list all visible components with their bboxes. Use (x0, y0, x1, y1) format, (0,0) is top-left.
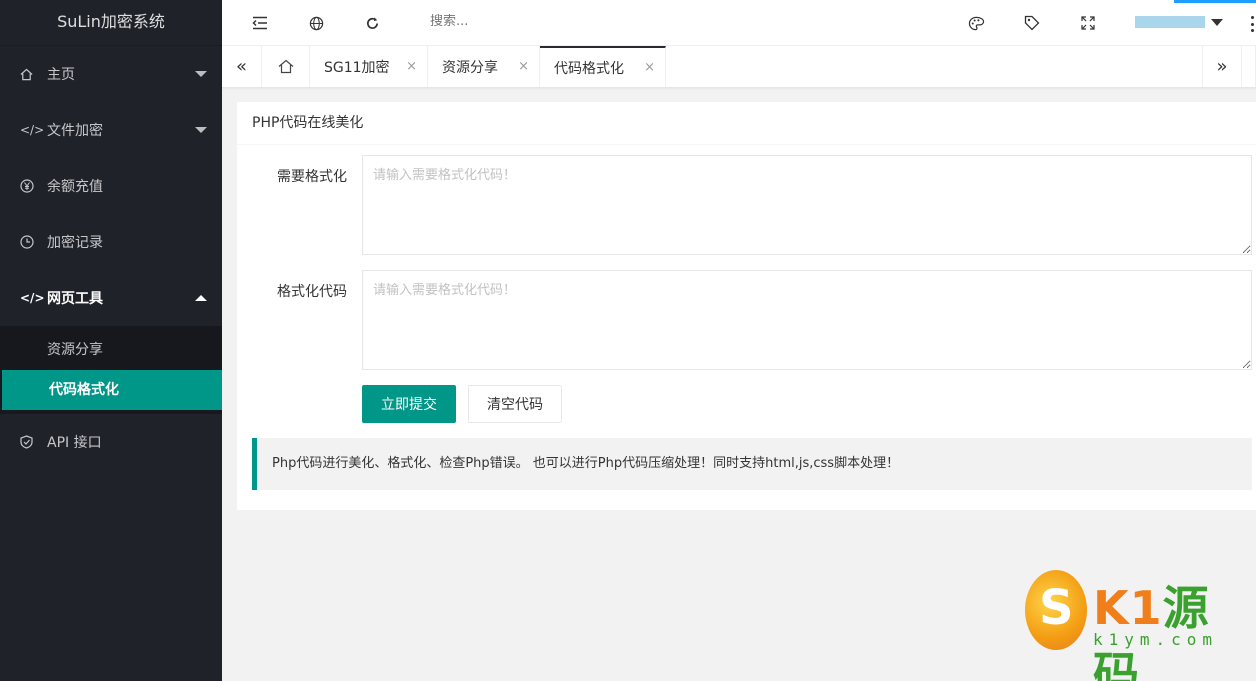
tab-code-format[interactable]: 代码格式化 × (540, 46, 666, 87)
watermark-title: K1源码 (1093, 581, 1210, 681)
sidebar-item-web-tools[interactable]: </> 网页工具 (0, 270, 222, 326)
submit-button[interactable]: 立即提交 (362, 385, 456, 423)
menu-toggle-icon[interactable] (250, 13, 270, 33)
search-input[interactable] (430, 14, 590, 29)
code-icon: </> (20, 291, 45, 305)
tab-sg11[interactable]: SG11加密 × (310, 46, 428, 87)
sidebar-item-label: 文件加密 (47, 123, 103, 139)
chevron-down-icon[interactable] (1211, 19, 1223, 26)
format-card: PHP代码在线美化 需要格式化 格式化代码 立即提交 清空代码 Php代码进行美… (237, 102, 1256, 510)
top-accent-bar (1174, 0, 1256, 3)
sidebar-item-label: API 接口 (47, 435, 102, 451)
tab-resource-share[interactable]: 资源分享 × (428, 46, 540, 87)
tag-icon[interactable] (1022, 13, 1042, 33)
close-icon[interactable]: × (518, 59, 529, 74)
close-icon[interactable]: × (644, 60, 655, 75)
sidebar-subitem-resource-share[interactable]: 资源分享 (0, 330, 222, 370)
tab-label: 资源分享 (442, 59, 498, 76)
chevron-down-icon (195, 71, 207, 77)
sidebar-item-label: 网页工具 (47, 291, 103, 307)
code-icon: </> (20, 123, 45, 137)
output-label: 格式化代码 (277, 284, 347, 300)
more-icon[interactable] (1248, 14, 1256, 34)
tab-home[interactable] (263, 46, 310, 87)
fullscreen-icon[interactable] (1078, 13, 1098, 33)
tabs-next-button[interactable]: » (1202, 46, 1242, 87)
tabs-bar: « SG11加密 × 资源分享 × 代码格式化 × » (222, 46, 1256, 88)
yen-icon (20, 179, 40, 193)
source-code-textarea[interactable] (362, 155, 1252, 255)
sidebar-item-label: 主页 (47, 67, 75, 83)
sidebar: SuLin加密系统 主页 </> 文件加密 余额充值 加密记录 </> 网页工具… (0, 0, 222, 681)
tabs-prev-button[interactable]: « (222, 46, 262, 87)
clear-code-button[interactable]: 清空代码 (468, 385, 562, 423)
user-name-redacted[interactable] (1135, 16, 1205, 28)
chevron-up-icon (195, 295, 207, 301)
sidebar-subnav: 资源分享 代码格式化 (0, 326, 222, 414)
watermark-subtitle: k1ym.com (1093, 630, 1219, 649)
sidebar-item-label: 加密记录 (47, 235, 103, 251)
home-icon (278, 59, 294, 74)
chevron-down-icon (195, 127, 207, 133)
home-icon (20, 68, 40, 81)
card-title: PHP代码在线美化 (237, 102, 1256, 145)
refresh-icon[interactable] (362, 13, 382, 33)
top-header (222, 0, 1256, 46)
shield-icon (20, 435, 40, 449)
tabs-dropdown-button[interactable] (1242, 46, 1256, 87)
sidebar-item-home[interactable]: 主页 (0, 46, 222, 102)
info-note: Php代码进行美化、格式化、检查Php错误。 也可以进行Php代码压缩处理！同时… (252, 438, 1252, 490)
sidebar-item-recharge[interactable]: 余额充值 (0, 158, 222, 214)
app-logo[interactable]: SuLin加密系统 (0, 0, 222, 46)
sidebar-subitem-code-format[interactable]: 代码格式化 (2, 370, 222, 410)
globe-icon[interactable] (306, 13, 326, 33)
sidebar-item-file-encrypt[interactable]: </> 文件加密 (0, 102, 222, 158)
input-label: 需要格式化 (277, 169, 347, 185)
clock-icon (20, 235, 40, 249)
close-icon[interactable]: × (406, 59, 417, 74)
tab-label: SG11加密 (324, 59, 390, 76)
sidebar-item-records[interactable]: 加密记录 (0, 214, 222, 270)
palette-icon[interactable] (966, 13, 986, 33)
tab-label: 代码格式化 (554, 60, 624, 77)
sidebar-item-label: 余额充值 (47, 179, 103, 195)
watermark-logo: S K1源码 k1ym.com (1025, 570, 1235, 681)
sidebar-item-api[interactable]: API 接口 (0, 414, 222, 470)
formatted-code-textarea[interactable] (362, 270, 1252, 370)
